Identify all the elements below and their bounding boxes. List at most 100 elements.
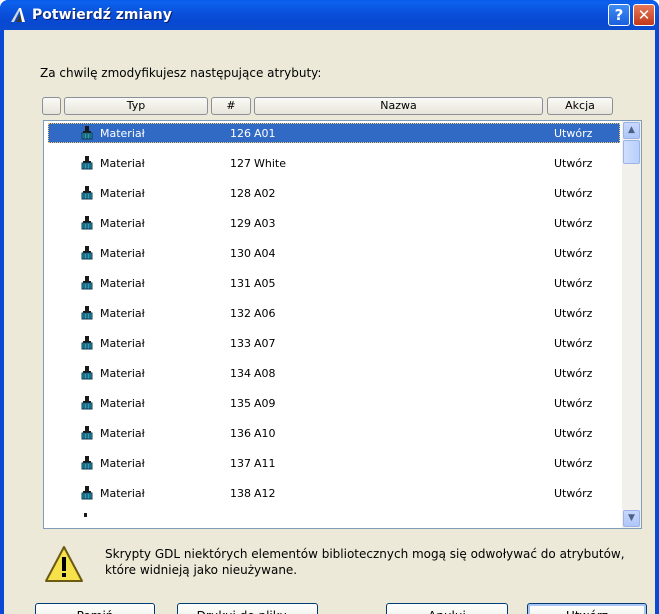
- material-brush-icon: [80, 335, 96, 351]
- table-row[interactable]: Materiał 130 A04 Utwórz: [48, 243, 620, 263]
- table-row[interactable]: Materiał 131 A05 Utwórz: [48, 273, 620, 293]
- row-action: Utwórz: [554, 127, 593, 140]
- row-action: Utwórz: [554, 367, 593, 380]
- table-row[interactable]: Materiał 133 A07 Utwórz: [48, 333, 620, 353]
- close-button[interactable]: ✕: [633, 4, 655, 26]
- table-row[interactable]: Materiał 134 A08 Utwórz: [48, 363, 620, 383]
- row-action: Utwórz: [554, 397, 593, 410]
- table-row[interactable]: Materiał 132 A06 Utwórz: [48, 303, 620, 323]
- scroll-up-button[interactable]: ▲: [623, 122, 640, 139]
- row-name: A11: [254, 457, 276, 470]
- row-number: 134: [230, 367, 251, 380]
- row-number: 138: [230, 487, 251, 500]
- row-action: Utwórz: [554, 157, 593, 170]
- material-brush-icon: [80, 125, 96, 141]
- title-bar[interactable]: Potwierdź zmiany ? ✕: [0, 0, 659, 30]
- column-header-type[interactable]: Typ: [64, 97, 208, 115]
- row-type: Materiał: [100, 367, 145, 380]
- help-button[interactable]: ?: [608, 4, 630, 26]
- row-number: 132: [230, 307, 251, 320]
- material-brush-icon: [80, 395, 96, 411]
- row-name: A10: [254, 427, 276, 440]
- warning-message: Skrypty GDL niektórych elementów bibliot…: [105, 547, 625, 577]
- row-name: A04: [254, 247, 276, 260]
- row-type: Materiał: [100, 307, 145, 320]
- row-name: A06: [254, 307, 276, 320]
- column-header-number[interactable]: #: [211, 97, 251, 115]
- table-row[interactable]: Materiał 129 A03 Utwórz: [48, 213, 620, 233]
- prompt-label: Za chwilę zmodyfikujesz następujące atry…: [40, 66, 322, 80]
- scroll-down-button[interactable]: ▼: [623, 510, 640, 527]
- column-header-check[interactable]: [42, 97, 61, 115]
- row-name: A02: [254, 187, 276, 200]
- row-type: Materiał: [100, 157, 145, 170]
- archicad-logo-icon: [11, 8, 25, 22]
- row-number: 135: [230, 397, 251, 410]
- dialog-window: Potwierdź zmiany ? ✕ Za chwilę zmodyfiku…: [0, 0, 659, 614]
- print-to-file-button[interactable]: Drukuj do pliku...: [177, 603, 318, 614]
- row-number: 127: [230, 157, 251, 170]
- row-name: A01: [254, 127, 276, 140]
- row-type: Materiał: [100, 427, 145, 440]
- material-brush-icon: [80, 455, 96, 471]
- vertical-scrollbar[interactable]: ▲ ▼: [622, 121, 641, 528]
- row-number: 129: [230, 217, 251, 230]
- row-action: Utwórz: [554, 277, 593, 290]
- row-type: Materiał: [100, 457, 145, 470]
- table-row[interactable]: Materiał 128 A02 Utwórz: [48, 183, 620, 203]
- row-name: A12: [254, 487, 276, 500]
- row-type: Materiał: [100, 337, 145, 350]
- row-name: A07: [254, 337, 276, 350]
- row-type: Materiał: [100, 187, 145, 200]
- row-action: Utwórz: [554, 487, 593, 500]
- material-brush-icon: [80, 155, 96, 171]
- row-number: 133: [230, 337, 251, 350]
- create-button[interactable]: Utwórz: [527, 603, 647, 614]
- material-brush-icon: [80, 305, 96, 321]
- row-action: Utwórz: [554, 187, 593, 200]
- row-action: Utwórz: [554, 337, 593, 350]
- column-header-action[interactable]: Akcja: [547, 97, 613, 115]
- warning-triangle-icon: [45, 546, 83, 582]
- material-brush-icon: [80, 365, 96, 381]
- skip-button[interactable]: Pomiń: [35, 603, 155, 614]
- row-action: Utwórz: [554, 427, 593, 440]
- row-number: 136: [230, 427, 251, 440]
- material-brush-icon: [80, 185, 96, 201]
- window-title: Potwierdź zmiany: [32, 7, 172, 23]
- column-header-name[interactable]: Nazwa: [254, 97, 543, 115]
- material-brush-icon: [80, 215, 96, 231]
- row-action: Utwórz: [554, 457, 593, 470]
- attributes-list[interactable]: Materiał 126 A01 Utwórz Materiał 127 White Utwó…: [43, 120, 642, 529]
- table-row[interactable]: Materiał 137 A11 Utwórz: [48, 453, 620, 473]
- row-name: A03: [254, 217, 276, 230]
- partial-row-icon: [84, 513, 87, 517]
- row-name: A05: [254, 277, 276, 290]
- table-row[interactable]: Materiał 126 A01 Utwórz: [48, 123, 620, 143]
- row-number: 130: [230, 247, 251, 260]
- row-type: Materiał: [100, 487, 145, 500]
- table-row[interactable]: Materiał 135 A09 Utwórz: [48, 393, 620, 413]
- row-type: Materiał: [100, 397, 145, 410]
- table-row[interactable]: Materiał 127 White Utwórz: [48, 153, 620, 173]
- row-number: 131: [230, 277, 251, 290]
- row-number: 137: [230, 457, 251, 470]
- row-action: Utwórz: [554, 307, 593, 320]
- row-type: Materiał: [100, 127, 145, 140]
- row-action: Utwórz: [554, 217, 593, 230]
- row-name: A09: [254, 397, 276, 410]
- material-brush-icon: [80, 275, 96, 291]
- cancel-button[interactable]: Anuluj: [386, 603, 508, 614]
- table-row[interactable]: Materiał 136 A10 Utwórz: [48, 423, 620, 443]
- row-action: Utwórz: [554, 247, 593, 260]
- material-brush-icon: [80, 485, 96, 501]
- row-name: A08: [254, 367, 276, 380]
- table-row[interactable]: Materiał 138 A12 Utwórz: [48, 483, 620, 503]
- row-number: 126: [230, 127, 251, 140]
- dialog-body: Za chwilę zmodyfikujesz następujące atry…: [4, 30, 655, 614]
- row-name: White: [254, 157, 286, 170]
- scroll-thumb[interactable]: [623, 140, 640, 164]
- row-type: Materiał: [100, 277, 145, 290]
- material-brush-icon: [80, 245, 96, 261]
- material-brush-icon: [80, 425, 96, 441]
